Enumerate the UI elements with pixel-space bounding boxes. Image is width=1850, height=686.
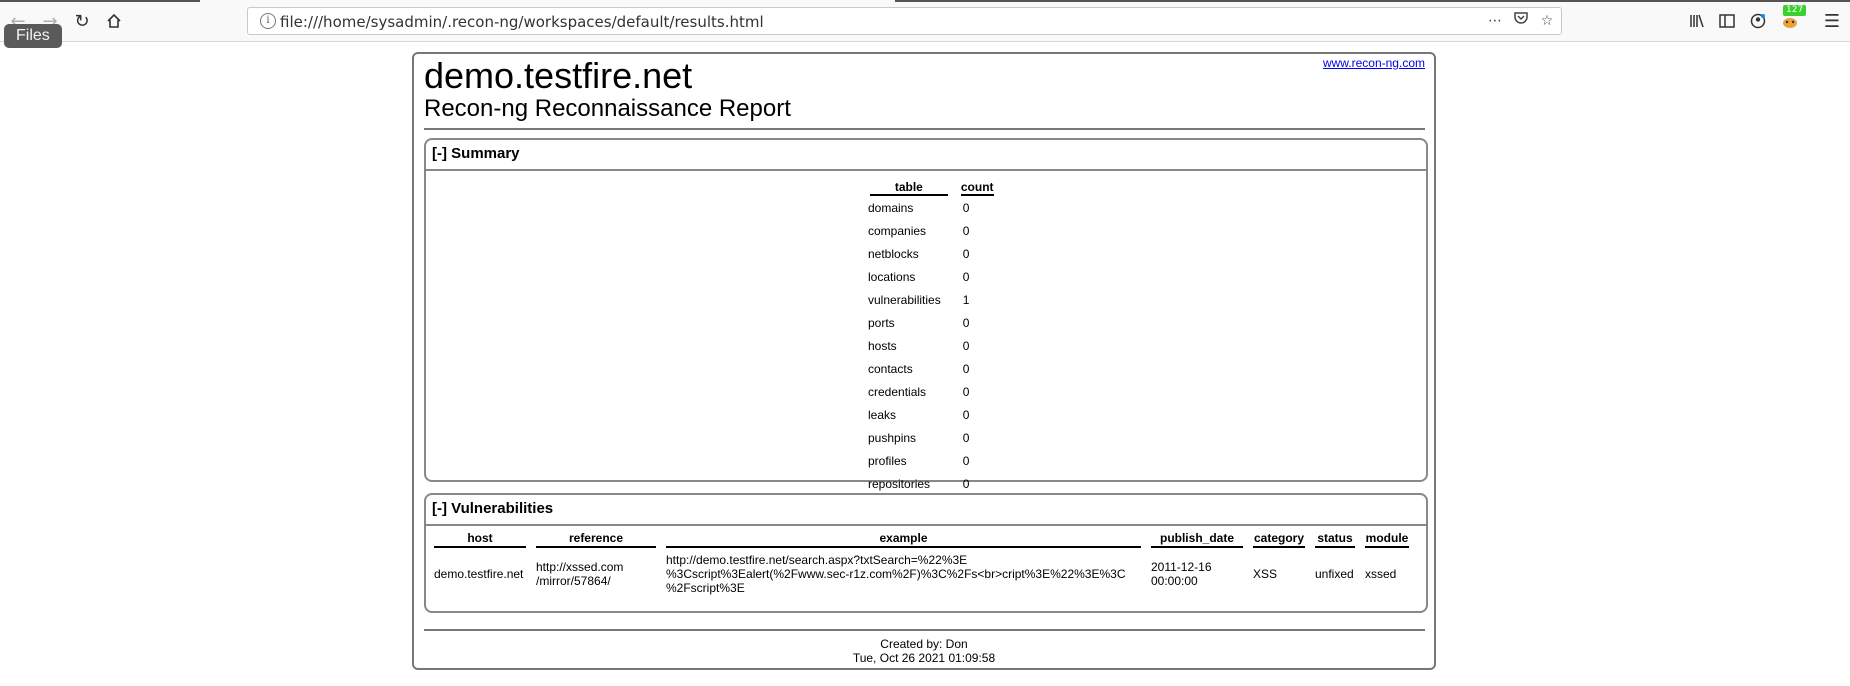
summary-row: pushpins 0 xyxy=(867,427,994,450)
summary-col-table: table xyxy=(867,178,951,197)
vulnerabilities-section: [-] Vulnerabilities host reference examp… xyxy=(424,493,1428,613)
summary-row: profiles 0 xyxy=(867,450,994,473)
vuln-col-host: host xyxy=(434,531,536,548)
summary-table-name: contacts xyxy=(868,362,913,376)
vuln-example: http://demo.testfire.net/search.aspx?txt… xyxy=(666,553,1126,595)
summary-table-name: leaks xyxy=(868,408,897,422)
pocket-icon[interactable] xyxy=(1510,11,1532,31)
summary-count: 0 xyxy=(962,270,970,284)
summary-count: 0 xyxy=(962,224,970,238)
browser-toolbar: ← → ↻ i file:///home/sysadmin/.recon-ng/… xyxy=(0,0,1850,48)
report-footer: Created by: Don Tue, Oct 26 2021 01:09:5… xyxy=(414,637,1434,665)
extension-badge: 127 xyxy=(1783,5,1807,16)
vuln-publish-date: 2011-12-16 00:00:00 xyxy=(1151,560,1212,588)
sidebar-icon[interactable] xyxy=(1713,8,1741,34)
summary-count: 0 xyxy=(962,247,970,261)
summary-table-name: ports xyxy=(868,316,895,330)
vuln-col-reference: reference xyxy=(536,531,666,548)
report-title: demo.testfire.net xyxy=(424,55,693,96)
table-row: demo.testfire.net http://xssed.com /mirr… xyxy=(434,548,1409,595)
summary-section: [-] Summary table count domains 0 companie… xyxy=(424,138,1428,491)
summary-table-name: pushpins xyxy=(868,431,917,445)
menu-icon[interactable]: ☰ xyxy=(1818,8,1846,34)
summary-table-name: domains xyxy=(868,201,914,215)
vuln-host: demo.testfire.net xyxy=(434,567,524,581)
reload-icon[interactable]: ↻ xyxy=(68,8,96,34)
summary-row: companies 0 xyxy=(867,220,994,243)
summary-table-name: netblocks xyxy=(868,247,919,261)
summary-col-count: count xyxy=(960,180,994,196)
summary-row: ports 0 xyxy=(867,312,994,335)
summary-row: locations 0 xyxy=(867,266,994,289)
summary-count: 0 xyxy=(962,454,970,468)
summary-row: netblocks 0 xyxy=(867,243,994,266)
summary-table-name: locations xyxy=(868,270,916,284)
home-icon[interactable] xyxy=(100,8,128,34)
footer-created-by: Created by: Don xyxy=(880,637,968,651)
vuln-col-category: category xyxy=(1253,531,1315,548)
summary-count: 0 xyxy=(962,201,970,215)
footer-timestamp: Tue, Oct 26 2021 01:09:58 xyxy=(852,651,996,665)
summary-table-name: vulnerabilities xyxy=(868,293,941,307)
summary-table-name: profiles xyxy=(868,454,907,468)
summary-row: credentials 0 xyxy=(867,381,994,404)
vuln-category: XSS xyxy=(1253,567,1278,581)
page-load-line xyxy=(0,0,200,2)
summary-row: leaks 0 xyxy=(867,404,994,427)
more-icon[interactable]: ⋯ xyxy=(1484,11,1506,31)
vuln-col-status: status xyxy=(1315,531,1365,548)
summary-count: 1 xyxy=(962,293,970,307)
footer-divider xyxy=(424,629,1425,631)
summary-count: 0 xyxy=(962,339,970,353)
library-icon[interactable] xyxy=(1683,8,1711,34)
url-bar[interactable]: i file:///home/sysadmin/.recon-ng/worksp… xyxy=(247,7,1562,35)
summary-count: 0 xyxy=(962,316,970,330)
summary-count: 0 xyxy=(962,362,970,376)
summary-count: 0 xyxy=(962,385,970,399)
vulnerabilities-table: host reference example publish_date cate… xyxy=(434,531,1409,595)
summary-heading[interactable]: [-] Summary xyxy=(426,140,1426,171)
vulnerabilities-heading[interactable]: [-] Vulnerabilities xyxy=(426,495,1426,526)
summary-table-name: credentials xyxy=(868,385,927,399)
summary-table-name: hosts xyxy=(868,339,897,353)
star-icon[interactable]: ☆ xyxy=(1536,11,1558,31)
summary-count: 0 xyxy=(962,431,970,445)
summary-row: vulnerabilities 1 xyxy=(867,289,994,312)
recon-ng-link[interactable]: www.recon-ng.com xyxy=(1323,56,1425,70)
vuln-reference: http://xssed.com /mirror/57864/ xyxy=(536,560,624,588)
report-subtitle: Recon-ng Reconnaissance Report xyxy=(424,95,791,122)
vuln-col-module: module xyxy=(1365,531,1409,548)
vuln-col-publish-date: publish_date xyxy=(1151,531,1253,548)
summary-row: contacts 0 xyxy=(867,358,994,381)
summary-row: hosts 0 xyxy=(867,335,994,358)
header-divider xyxy=(424,128,1425,130)
summary-table-name: companies xyxy=(868,224,927,238)
page-load-line-right xyxy=(895,0,1850,2)
summary-row: domains 0 xyxy=(867,197,994,220)
vuln-col-example: example xyxy=(666,531,1151,548)
summary-count: 0 xyxy=(962,408,970,422)
vuln-module: xssed xyxy=(1365,567,1397,581)
report-container: demo.testfire.net Recon-ng Reconnaissanc… xyxy=(412,52,1436,670)
vuln-status: unfixed xyxy=(1315,567,1354,581)
url-text[interactable]: file:///home/sysadmin/.recon-ng/workspac… xyxy=(280,13,764,31)
summary-table: table count domains 0 companies 0 netblocks 0… xyxy=(867,178,994,496)
account-icon[interactable] xyxy=(1744,8,1772,34)
info-icon[interactable]: i xyxy=(260,13,276,29)
files-tooltip: Files xyxy=(4,24,62,48)
